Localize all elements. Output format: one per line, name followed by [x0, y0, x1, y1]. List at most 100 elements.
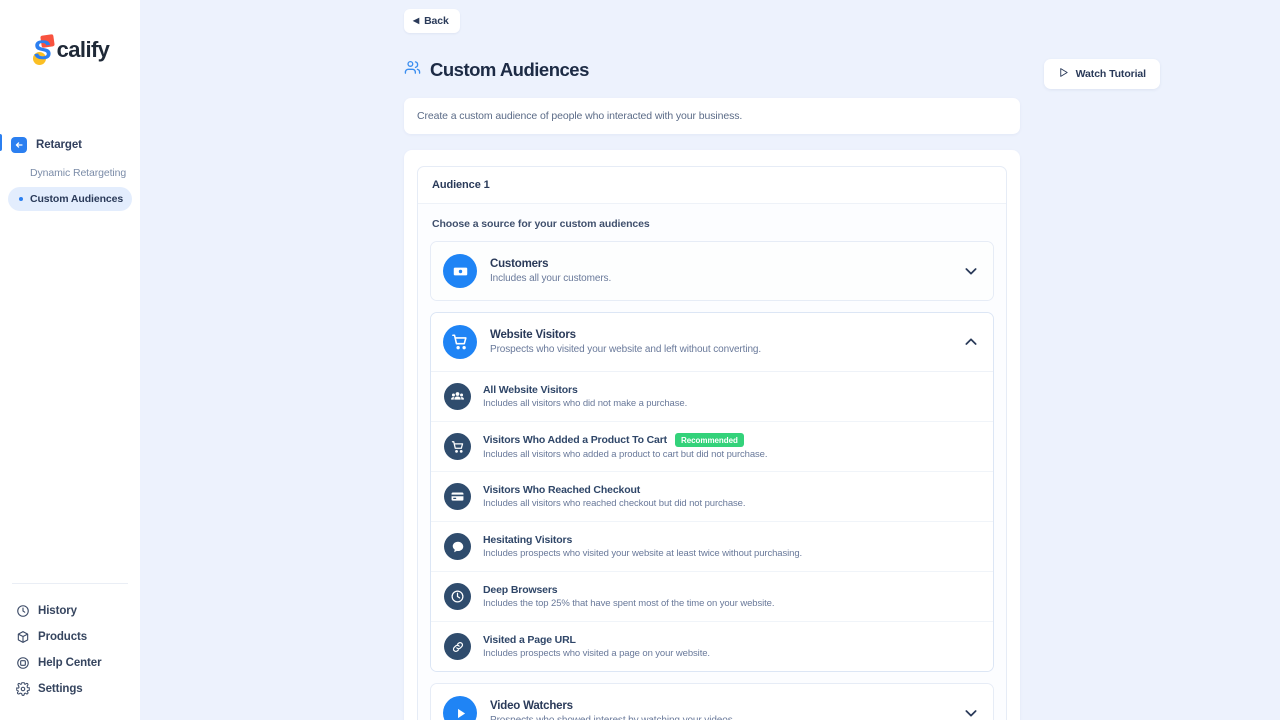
center-column: ◀ Back Custom Audiences Watch Tutorial C… — [404, 0, 1160, 720]
choose-source-label: Choose a source for your custom audience… — [432, 218, 650, 230]
active-dot-icon — [19, 197, 23, 201]
sidebar-item-label: Products — [38, 631, 88, 643]
sidebar-nav: Retarget Dynamic Retargeting Custom Audi… — [0, 100, 140, 211]
chevron-left-icon: ◀ — [413, 16, 420, 25]
sidebar-item-products[interactable]: Products — [12, 624, 128, 650]
list-item-hesitating-visitors[interactable]: Hesitating Visitors Includes prospects w… — [431, 522, 993, 572]
brand-logo[interactable]: S calify — [0, 0, 140, 100]
help-icon — [16, 656, 30, 670]
link-icon — [444, 633, 471, 660]
source-header[interactable]: Customers Includes all your customers. — [431, 242, 993, 300]
source-video-watchers[interactable]: Video Watchers Prospects who showed inte… — [430, 683, 994, 720]
list-item-title-row: Visitors Who Added a Product To Cart Rec… — [483, 433, 979, 447]
sidebar-item-dynamic-retargeting[interactable]: Dynamic Retargeting — [0, 161, 140, 185]
sidebar-item-label: Settings — [38, 683, 83, 695]
source-title: Video Watchers — [490, 700, 573, 712]
list-item-title-row: Hesitating Visitors — [483, 534, 979, 546]
logo-letter: S — [33, 35, 52, 65]
content-card: Audience 1 Choose a source for your cust… — [404, 150, 1020, 720]
list-item-deep-browsers[interactable]: Deep Browsers Includes the top 25% that … — [431, 572, 993, 622]
sidebar-item-label: Custom Audiences — [30, 193, 124, 205]
sidebar-item-custom-audiences[interactable]: Custom Audiences — [8, 187, 132, 211]
chevron-up-icon[interactable] — [963, 334, 979, 350]
box-icon — [16, 630, 30, 644]
sidebar-item-retarget[interactable]: Retarget — [0, 132, 140, 158]
list-item-subtitle: Includes the top 25% that have spent mos… — [483, 598, 775, 609]
source-customers[interactable]: Customers Includes all your customers. — [430, 241, 994, 301]
list-item-title: Visitors Who Added a Product To Cart — [483, 434, 668, 446]
list-item-title: All Website Visitors — [483, 384, 578, 396]
list-item-title-row: Visitors Who Reached Checkout — [483, 484, 979, 496]
users-group-icon — [444, 383, 471, 410]
source-text: Website Visitors Prospects who visited y… — [490, 329, 950, 355]
source-text: Video Watchers Prospects who showed inte… — [490, 700, 950, 720]
shopping-cart-icon — [443, 325, 477, 359]
logo-mark-icon: S — [31, 34, 57, 65]
list-item-text: Visitors Who Added a Product To Cart Rec… — [483, 433, 979, 460]
list-item-subtitle: Includes all visitors who added a produc… — [483, 449, 768, 460]
users-icon — [404, 59, 421, 81]
source-sub-list: All Website Visitors Includes all visito… — [431, 371, 993, 671]
list-item-subtitle: Includes prospects who visited a page on… — [483, 648, 710, 659]
audience-body: Choose a source for your custom audience… — [418, 204, 1006, 720]
list-item-text: Visitors Who Reached Checkout Includes a… — [483, 484, 979, 509]
list-item-visited-page-url[interactable]: Visited a Page URL Includes prospects wh… — [431, 622, 993, 671]
page-title: Custom Audiences — [430, 59, 589, 80]
sidebar-item-label: Help Center — [38, 657, 102, 669]
source-subtitle: Includes all your customers. — [490, 273, 612, 284]
list-item-title: Hesitating Visitors — [483, 534, 573, 546]
source-title: Customers — [490, 258, 549, 270]
list-item-title-row: Deep Browsers — [483, 584, 979, 596]
audience-box: Audience 1 Choose a source for your cust… — [417, 166, 1007, 720]
shopping-cart-icon — [444, 433, 471, 460]
source-subtitle: Prospects who showed interest by watchin… — [490, 715, 950, 720]
sidebar-item-settings[interactable]: Settings — [12, 676, 128, 702]
sidebar-item-help-center[interactable]: Help Center — [12, 650, 128, 676]
clock-icon — [444, 583, 471, 610]
play-icon — [1058, 67, 1069, 81]
sidebar-item-label: History — [38, 605, 77, 617]
credit-card-icon — [444, 483, 471, 510]
gear-icon — [15, 681, 31, 696]
sidebar-bottom-nav: History Products Help Center Settings — [12, 583, 128, 720]
list-item-all-website-visitors[interactable]: All Website Visitors Includes all visito… — [431, 372, 993, 422]
list-item-subtitle: Includes all visitors who did not make a… — [483, 398, 688, 409]
page-description: Create a custom audience of people who i… — [404, 98, 1020, 134]
source-text: Customers Includes all your customers. — [490, 258, 950, 284]
audience-name: Audience 1 — [418, 167, 1006, 204]
list-item-title: Visited a Page URL — [483, 634, 576, 646]
list-item-title-row: All Website Visitors — [483, 384, 979, 396]
active-indicator-bar — [0, 134, 2, 151]
source-header[interactable]: Website Visitors Prospects who visited y… — [431, 313, 993, 371]
list-item-text: All Website Visitors Includes all visito… — [483, 384, 979, 409]
chevron-down-icon[interactable] — [963, 705, 979, 720]
source-subtitle: Prospects who visited your website and l… — [490, 344, 762, 355]
chevron-down-icon[interactable] — [963, 263, 979, 279]
source-website-visitors[interactable]: Website Visitors Prospects who visited y… — [430, 312, 994, 672]
money-bill-icon — [443, 254, 477, 288]
play-circle-icon — [443, 696, 477, 720]
list-item-title: Deep Browsers — [483, 584, 558, 596]
list-item-title-row: Visited a Page URL — [483, 634, 979, 646]
back-button-label: Back — [424, 15, 449, 27]
watch-tutorial-button[interactable]: Watch Tutorial — [1043, 59, 1160, 89]
brand-name: calify — [56, 37, 110, 62]
list-item-added-product-to-cart[interactable]: Visitors Who Added a Product To Cart Rec… — [431, 422, 993, 472]
chat-bubble-icon — [444, 533, 471, 560]
app-root: S calify Retarget Dynamic Retargeting Cu… — [0, 0, 1280, 720]
back-button[interactable]: ◀ Back — [404, 9, 460, 33]
status-badge: Recommended — [675, 433, 744, 447]
source-title: Website Visitors — [490, 329, 576, 341]
sidebar: S calify Retarget Dynamic Retargeting Cu… — [0, 0, 140, 720]
list-item-reached-checkout[interactable]: Visitors Who Reached Checkout Includes a… — [431, 472, 993, 522]
list-item-text: Visited a Page URL Includes prospects wh… — [483, 634, 979, 659]
retarget-arrow-icon — [11, 137, 27, 153]
list-item-subtitle: Includes all visitors who reached checko… — [483, 498, 746, 509]
watch-tutorial-label: Watch Tutorial — [1075, 68, 1146, 80]
clock-icon — [16, 604, 30, 618]
source-header[interactable]: Video Watchers Prospects who showed inte… — [431, 684, 993, 720]
sidebar-item-history[interactable]: History — [12, 598, 128, 624]
main-content: ◀ Back Custom Audiences Watch Tutorial C… — [140, 0, 1280, 720]
page-header: Custom Audiences — [404, 59, 1020, 81]
list-item-text: Deep Browsers Includes the top 25% that … — [483, 584, 979, 609]
